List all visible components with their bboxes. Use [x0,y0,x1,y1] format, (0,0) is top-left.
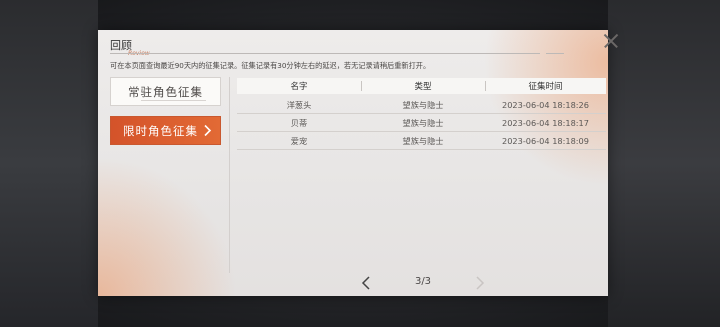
row-type: 望族与隐士 [402,117,444,128]
row-type: 望族与隐士 [402,135,444,146]
row-name: 贝蒂 [290,117,308,128]
row-time: 2023-06-04 18:18:09 [502,135,589,146]
header-time: 征集时间 [528,82,563,92]
row-name: 爱宠 [290,135,308,146]
background-left [0,0,98,327]
row-name: 洋葱头 [286,99,312,110]
row-time: 2023-06-04 18:18:17 [502,117,589,128]
header-type: 类型 [414,82,432,92]
notice-text: 可在本页面查询最近90天内的征集记录。征集记录有30分钟左右的延迟，若无记录请稍… [110,61,431,70]
tab-limited-recruit-label: 限时角色征集 [123,123,198,138]
page-indicator: 3/3 [414,276,432,287]
row-time: 2023-06-04 18:18:26 [502,99,589,110]
chevron-right-icon [204,124,212,137]
title-divider-short [546,53,564,54]
table-row: 贝蒂 望族与隐士 2023-06-04 18:18:17 [237,114,606,132]
header-separator [485,81,486,91]
tab-underline [141,100,206,101]
table-row: 爱宠 望族与隐士 2023-06-04 18:18:09 [237,132,606,150]
row-type: 望族与隐士 [402,99,444,110]
table-row: 洋葱头 望族与隐士 2023-06-04 18:18:26 [237,96,606,114]
vertical-divider [229,77,230,273]
table-header: 名字 类型 征集时间 [237,78,606,94]
header-name: 名字 [290,82,308,92]
chevron-right-icon[interactable] [474,276,486,290]
tab-standard-recruit-label: 常驻角色征集 [128,84,203,99]
background-right [608,0,720,327]
header-separator [361,81,362,91]
records-panel: 回顾 Review 可在本页面查询最近90天内的征集记录。征集记录有30分钟左右… [98,30,608,296]
chevron-left-icon[interactable] [360,276,372,290]
tab-limited-recruit[interactable]: 限时角色征集 [110,116,221,145]
title-divider [110,53,540,54]
close-icon[interactable] [601,31,621,51]
tab-standard-recruit[interactable]: 常驻角色征集 [110,77,221,106]
